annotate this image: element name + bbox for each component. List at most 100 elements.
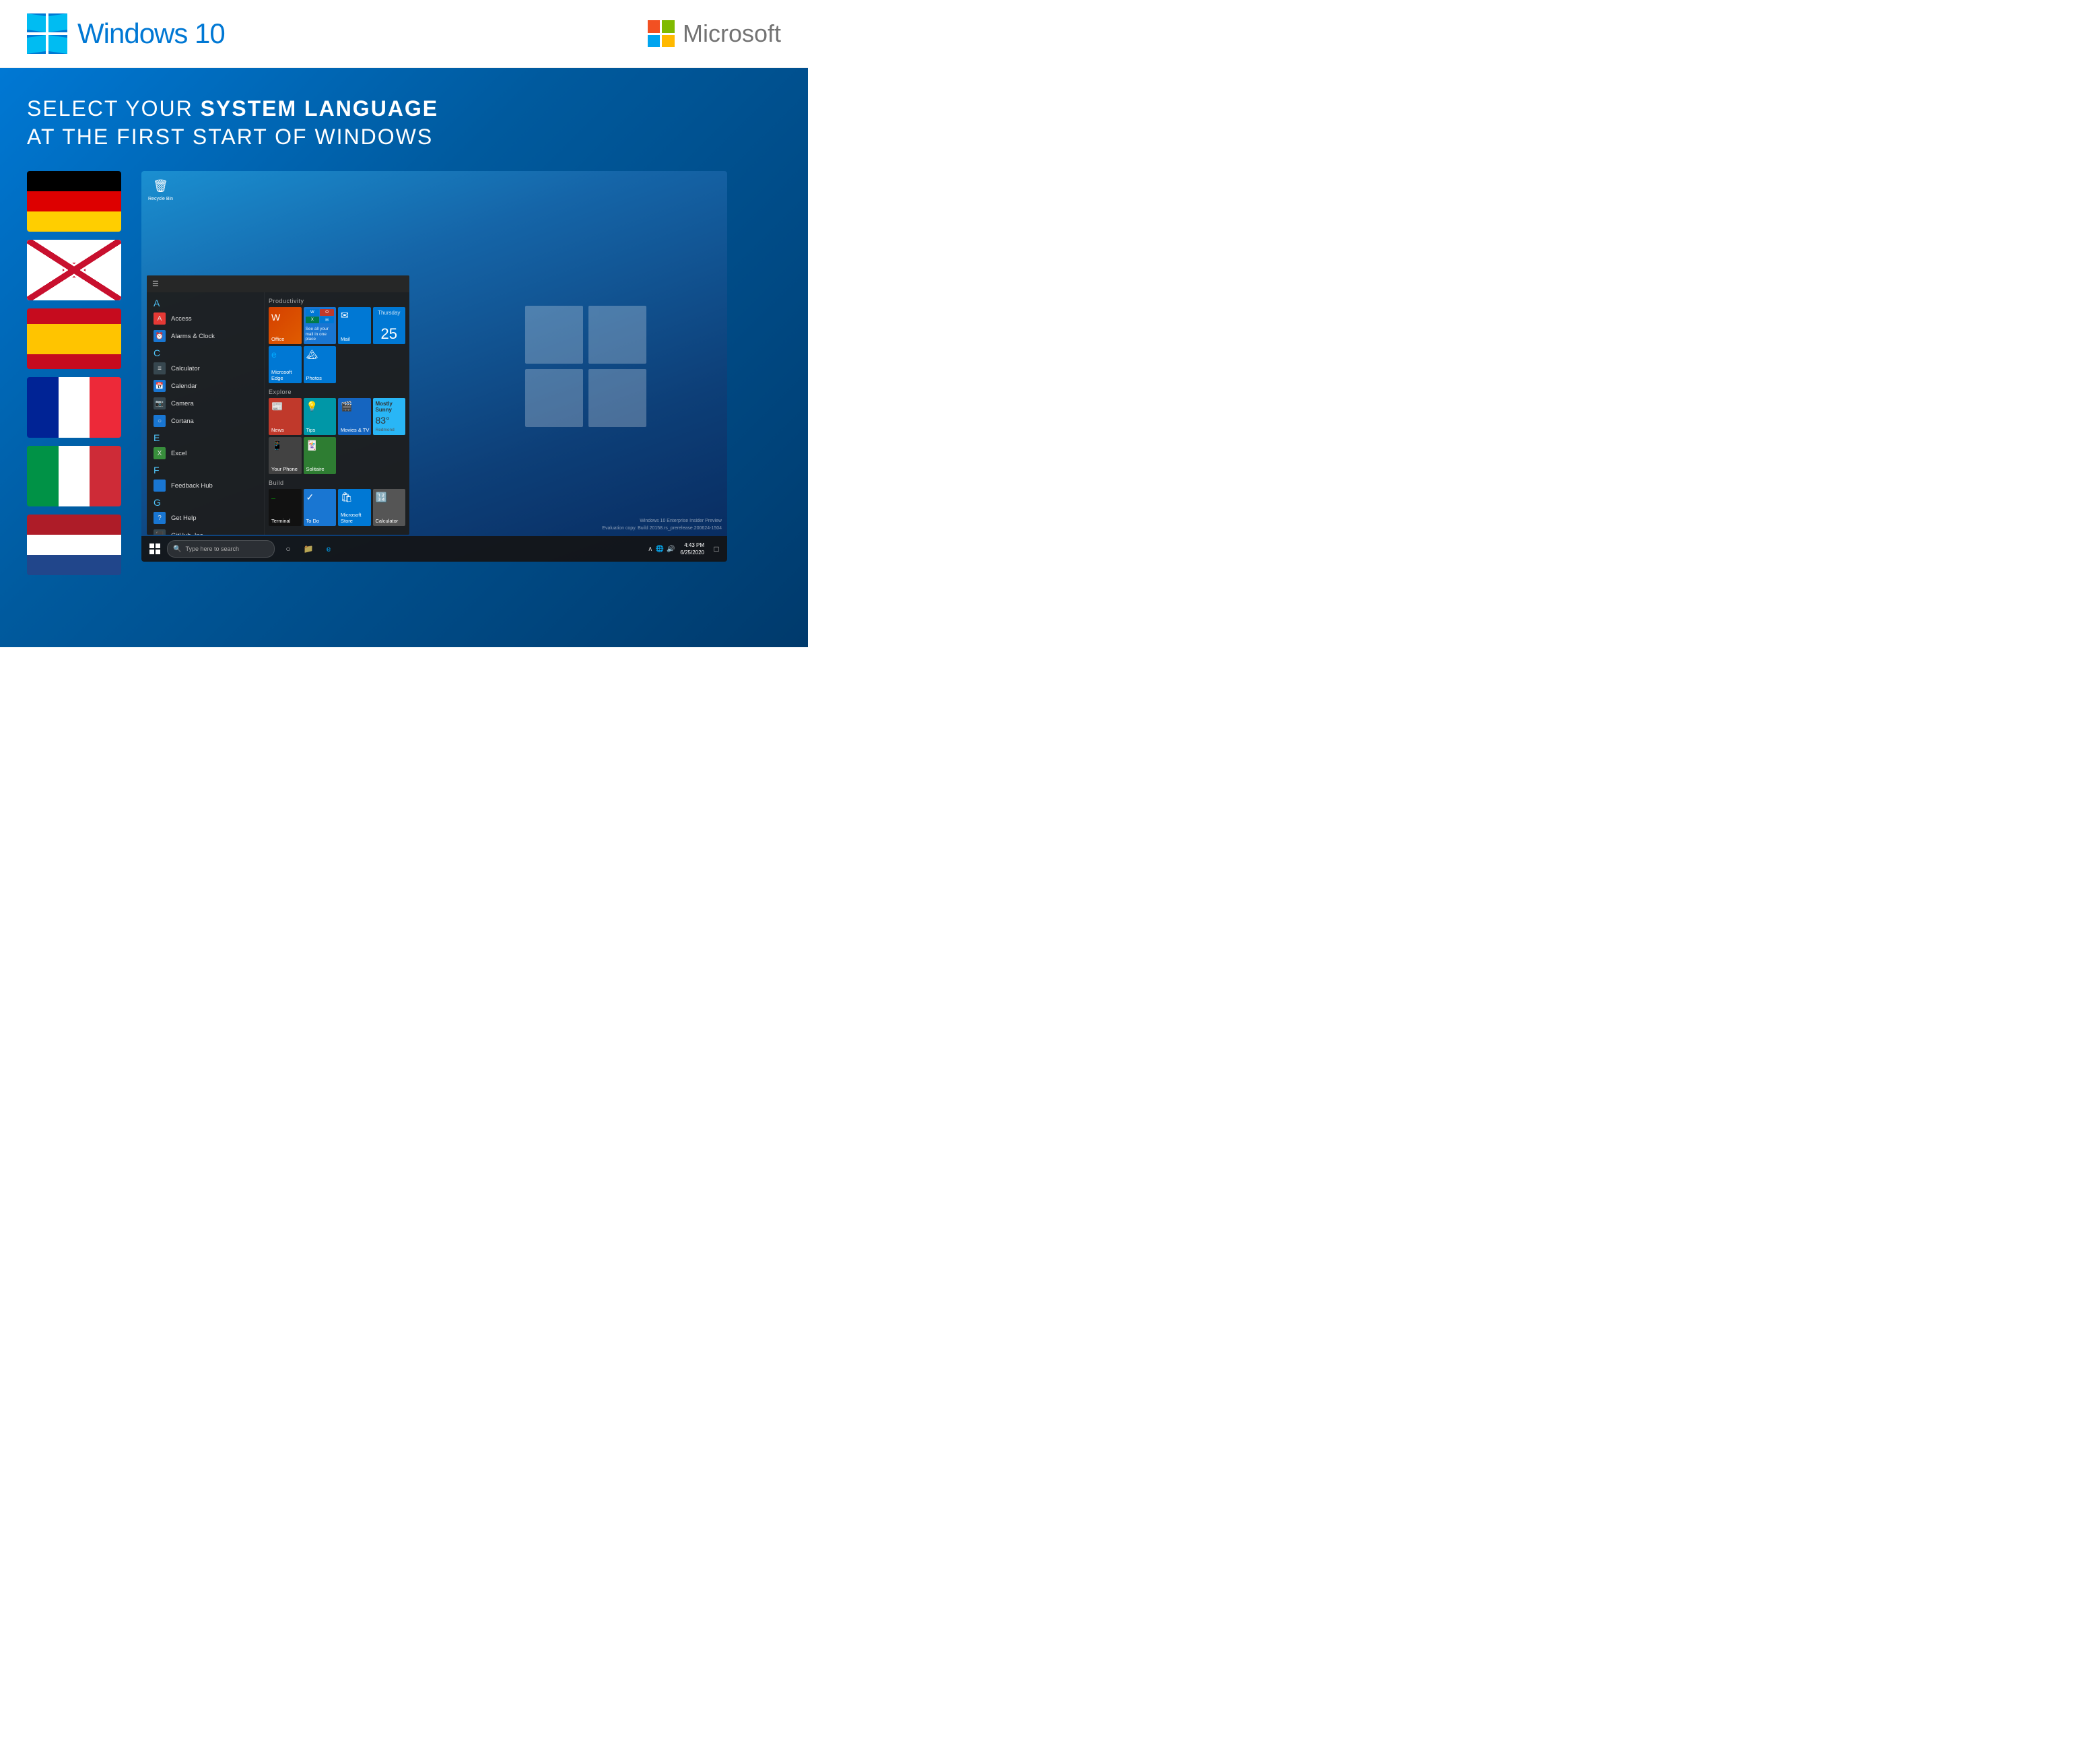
access-label: Access [171,315,192,323]
flag-spain[interactable] [27,308,121,369]
mail-tile-label: Mail [341,336,350,342]
calc-tile-label: Calculator [376,518,399,524]
taskbar-edge-icon[interactable]: e [320,541,337,557]
app-item-github[interactable]: ⬛ GitHub, Inc › [147,527,264,535]
flags-column [27,171,121,575]
github-label: GitHub, Inc [171,532,203,535]
calendar-label: Calendar [171,383,197,390]
tile-todo[interactable]: ✓ To Do [304,489,337,526]
taskbar-arrow-icon[interactable]: ∧ [648,546,652,553]
flag-german[interactable] [27,171,121,232]
todo-tile-label: To Do [306,518,320,524]
microsoft-name: Microsoft [683,20,781,48]
calendar-day-name: Thursday [378,310,400,316]
app-item-cortana[interactable]: ○ Cortana [147,412,264,430]
camera-label: Camera [171,400,194,407]
tile-edge[interactable]: e Microsoft Edge [269,346,302,383]
news-tile-label: News [271,427,284,433]
headline-line2: AT THE FIRST START OF WINDOWS [27,123,781,152]
tile-calc[interactable]: 🔢 Calculator [373,489,406,526]
terminal-tile-label: Terminal [271,518,290,524]
section-a-label: A [147,295,264,310]
taskbar-files-icon[interactable]: 📁 [300,541,316,557]
search-icon: 🔍 [173,546,181,553]
content-row: 🗑 Recycle Bin ☰ A [27,171,781,575]
taskbar-volume-icon[interactable]: 🔊 [667,546,675,553]
excel-icon: X [154,447,166,459]
flag-italy[interactable] [27,446,121,506]
tile-news[interactable]: 📰 News [269,398,302,435]
taskbar: 🔍 Type here to search ○ 📁 e ∧ 🌐 🔊 4:43 [141,536,727,562]
tile-weather[interactable]: Mostly Sunny 83° Redmond [373,398,406,435]
phone-tile-label: Your Phone [271,466,298,472]
flag-netherlands[interactable] [27,515,121,575]
app-item-access[interactable]: A Access [147,310,264,327]
start-menu: ☰ A A Access ⏰ Alarms & Clock [147,275,409,535]
github-icon: ⬛ [154,529,166,535]
notification-icon[interactable]: □ [710,542,723,556]
calendar-icon: 📅 [154,380,166,392]
excel-label: Excel [171,450,187,457]
headline-normal: SELECT YOUR [27,96,201,121]
weather-temp: 83° [376,415,403,426]
gethelp-icon: ? [154,512,166,524]
calendar-day-num: 25 [381,327,397,341]
windows-flag-icon [27,13,67,54]
taskbar-network-icon[interactable]: 🌐 [656,546,664,553]
gethelp-label: Get Help [171,515,197,522]
tile-tips[interactable]: 💡 Tips [304,398,337,435]
flag-uk[interactable] [27,240,121,300]
taskbar-app-icons: ○ 📁 e [280,541,337,557]
hamburger-icon[interactable]: ☰ [152,279,159,288]
office-tile-label: Office [271,336,284,342]
weather-condition: Mostly Sunny [376,401,403,413]
svg-text:W: W [271,312,281,323]
taskbar-cortana-icon[interactable]: ○ [280,541,296,557]
tile-phone[interactable]: 📱 Your Phone [269,437,302,474]
start-menu-body: A A Access ⏰ Alarms & Clock C ≡ [147,292,409,535]
tile-mail[interactable]: ✉ Mail [338,307,371,344]
headline-line1: SELECT YOUR SYSTEM LANGUAGE [27,95,781,123]
desktop-note: Windows 10 Enterprise Insider Preview Ev… [602,518,722,532]
app-item-camera[interactable]: 📷 Camera [147,395,264,412]
app-item-calculator[interactable]: ≡ Calculator [147,360,264,377]
windows-watermark [525,306,646,427]
flag-france[interactable] [27,377,121,438]
tile-movies[interactable]: 🎬 Movies & TV [338,398,371,435]
productivity-label: Productivity [269,296,405,307]
start-button[interactable] [145,539,164,558]
tile-photos[interactable]: 🏔 Photos [304,346,337,383]
header: Windows 10 Microsoft [0,0,808,68]
taskbar-sys-icons: ∧ 🌐 🔊 [648,546,675,553]
cortana-label: Cortana [171,418,194,425]
access-icon: A [154,312,166,325]
tile-msstore[interactable]: 🛍 Microsoft Store [338,489,371,526]
tiles-area: Productivity W Office [265,292,409,535]
taskbar-search[interactable]: 🔍 Type here to search [167,540,275,558]
tile-terminal[interactable]: _ Terminal [269,489,302,526]
app-item-feedback[interactable]: 👤 Feedback Hub [147,477,264,494]
app-item-alarms[interactable]: ⏰ Alarms & Clock [147,327,264,345]
calculator-icon: ≡ [154,362,166,374]
microsoft-grid-icon [648,20,675,47]
app-item-calendar[interactable]: 📅 Calendar [147,377,264,395]
tile-calendar[interactable]: Thursday 25 [373,307,406,344]
movies-tile-label: Movies & TV [341,427,369,433]
app-item-excel[interactable]: X Excel [147,444,264,462]
cortana-icon: ○ [154,415,166,427]
recycle-bin: 🗑 Recycle Bin [148,176,173,201]
tips-tile-label: Tips [306,427,316,433]
section-f-label: F [147,462,264,477]
tile-office[interactable]: W Office [269,307,302,344]
windows-logo: Windows 10 [27,13,225,54]
app-item-gethelp[interactable]: ? Get Help [147,509,264,527]
app-list: A A Access ⏰ Alarms & Clock C ≡ [147,292,265,535]
feedback-icon: 👤 [154,480,166,492]
recycle-bin-label: Recycle Bin [148,197,173,201]
desktop-note-line1: Windows 10 Enterprise Insider Preview [602,518,722,525]
build-label: Build [269,478,405,489]
search-placeholder: Type here to search [185,546,239,552]
tile-solitaire[interactable]: 🃏 Solitaire [304,437,337,474]
tile-see-all-mail[interactable]: W O X ✉ See all your mail in one place [304,307,337,344]
desktop-note-line2: Evaluation copy. Build 20158.rs_prerelea… [602,525,722,533]
